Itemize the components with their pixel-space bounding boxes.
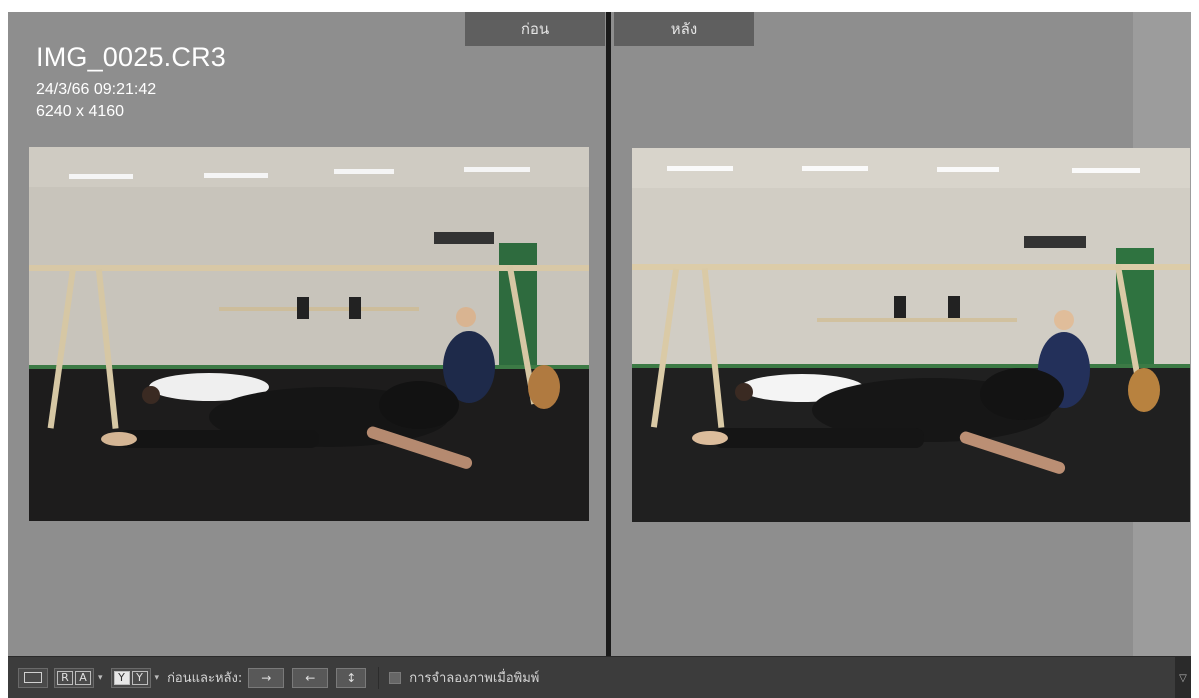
swap-before-after-icon[interactable]: ↕ <box>336 667 367 688</box>
capture-datetime: 24/3/66 09:21:42 <box>36 81 157 98</box>
collapse-panel-icon[interactable]: ▽ <box>1175 657 1191 698</box>
photo-info-overlay: IMG_0025.CR3 24/3/66 09:21:42 6240 x 416… <box>36 42 226 123</box>
yy-dropdown-icon[interactable]: ▾ <box>155 673 160 683</box>
ra-left: R <box>57 670 73 685</box>
ra-dropdown-icon[interactable]: ▾ <box>98 673 103 683</box>
loupe-view-icon[interactable] <box>18 667 48 688</box>
copy-before-icon[interactable]: → <box>248 667 285 688</box>
before-photo[interactable] <box>29 147 589 521</box>
yy-left: Y <box>113 670 130 685</box>
bottom-toolbar: R A ▾ Y Y ▾ ก่อนและหลัง: → ← ↕ การจำลองภ… <box>8 656 1191 698</box>
before-tab: ก่อน <box>465 12 605 46</box>
ra-right: A <box>75 670 91 685</box>
softproof-checkbox[interactable] <box>389 671 402 684</box>
filename: IMG_0025.CR3 <box>36 42 226 72</box>
softproof-label: การจำลองภาพเมื่อพิมพ์ <box>409 671 540 686</box>
image-dimensions: 6240 x 4160 <box>36 103 125 120</box>
lightroom-develop-view: ก่อน หลัง IMG_0025.CR3 24/3/66 09:21:42 … <box>8 12 1191 698</box>
yy-right: Y <box>131 670 148 685</box>
toolbar-separator <box>378 666 380 689</box>
compare-yy-icon[interactable]: Y Y <box>110 667 151 688</box>
before-after-label: ก่อนและหลัง: <box>167 671 243 686</box>
compare-ra-icon[interactable]: R A <box>54 667 94 688</box>
copy-after-icon[interactable]: ← <box>292 667 329 688</box>
after-photo[interactable] <box>632 148 1190 522</box>
before-after-divider <box>606 12 611 656</box>
after-tab: หลัง <box>614 12 754 46</box>
